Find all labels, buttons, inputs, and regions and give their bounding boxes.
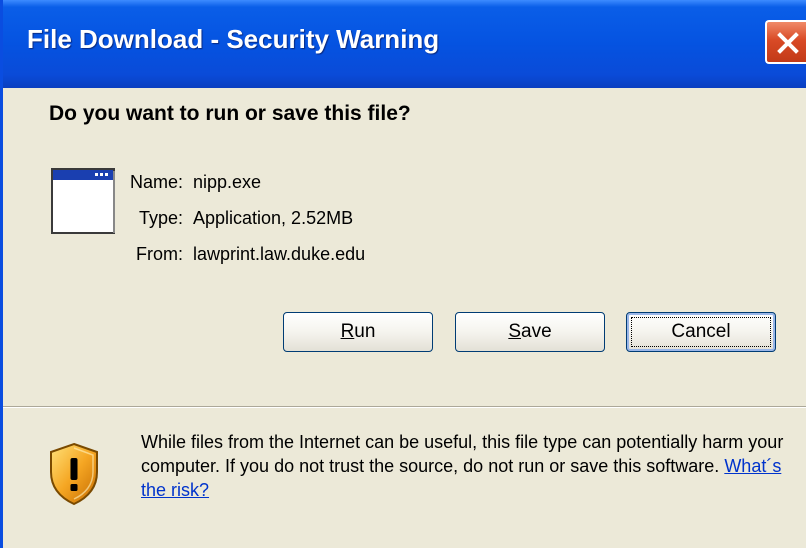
- save-access-key: S: [508, 321, 522, 342]
- save-button[interactable]: Save: [455, 312, 605, 352]
- warning-text: While files from the Internet can be use…: [141, 432, 784, 476]
- file-from-row: From: lawprint.law.duke.edu: [109, 244, 365, 265]
- file-download-dialog: File Download - Security Warning Do you …: [0, 0, 806, 548]
- file-from-value: lawprint.law.duke.edu: [193, 244, 366, 264]
- dialog-question: Do you want to run or save this file?: [49, 102, 411, 125]
- window-title: File Download - Security Warning: [27, 24, 440, 54]
- save-label-rest: ave: [521, 321, 552, 342]
- close-button[interactable]: [765, 20, 806, 64]
- file-name-row: Name: nipp.exe: [109, 172, 261, 193]
- security-warning-message: While files from the Internet can be use…: [141, 430, 801, 502]
- security-shield-warning-icon: [50, 442, 98, 506]
- file-type-value: Application, 2.52MB: [193, 208, 354, 228]
- file-type-row: Type: Application, 2.52MB: [109, 208, 353, 229]
- close-icon: [777, 32, 799, 54]
- run-access-key: R: [340, 321, 355, 342]
- file-from-label: From:: [136, 244, 183, 264]
- dialog-body: Do you want to run or save this file? Na…: [3, 88, 806, 548]
- file-type-label: Type:: [138, 208, 183, 228]
- file-name-value: nipp.exe: [193, 172, 262, 192]
- cancel-button[interactable]: Cancel: [626, 312, 776, 352]
- title-bar[interactable]: File Download - Security Warning: [3, 0, 806, 88]
- run-label-rest: un: [354, 321, 376, 342]
- cancel-label: Cancel: [671, 321, 731, 342]
- file-name-label: Name:: [129, 172, 183, 192]
- divider: [3, 406, 806, 408]
- application-window-icon: [51, 168, 115, 234]
- run-button[interactable]: Run: [283, 312, 433, 352]
